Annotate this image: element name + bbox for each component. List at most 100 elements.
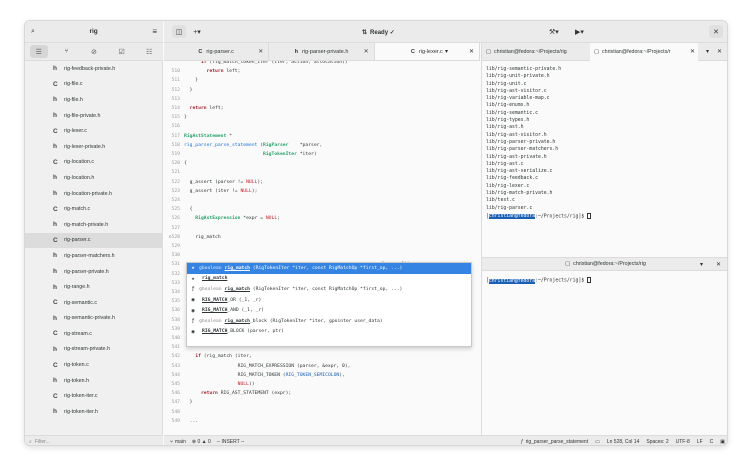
close-tab-icon[interactable]: ✕ — [258, 48, 263, 55]
sidebar-file-item[interactable]: Crig-token-iter.c — [25, 388, 162, 404]
code-line: 515} — [164, 113, 480, 122]
code-line: 517 RigAstStatement * — [164, 132, 480, 141]
sidebar-file-item[interactable]: h rig-file.h — [25, 92, 162, 108]
project-tree-icon[interactable]: ☰ — [29, 45, 48, 58]
terminal-icon: ▢ — [594, 48, 600, 55]
c-source-icon: C — [53, 392, 58, 400]
filter-bar[interactable]: ⌕ Filter... — [25, 435, 163, 445]
panel-icon[interactable]: ▣ — [720, 439, 725, 445]
terminal-line: lib/rig-parser.c — [486, 205, 533, 211]
header-file-icon: h — [53, 190, 57, 198]
folder-icon[interactable]: ▭ — [595, 439, 600, 445]
completion-signature: _OR (_1, _r) — [227, 297, 262, 303]
close-pane-icon[interactable]: ✕ — [716, 261, 721, 268]
sidebar-file-item[interactable]: Crig-match.c — [25, 201, 162, 217]
menu-icon[interactable]: ≡ — [152, 27, 157, 36]
line-number: 521 — [171, 170, 180, 176]
sidebar-file-item[interactable]: h rig-semantic-private.h — [25, 311, 162, 327]
terminal-pane-1[interactable]: lib/rig-semantic-private.h lib/rig-unit-p… — [481, 61, 727, 257]
search-icon: ⌕ — [29, 438, 32, 445]
sidebar-file-item[interactable]: h rig-match-private.h — [25, 217, 162, 233]
sidebar-file-item[interactable]: Crig-token.c — [25, 357, 162, 373]
terminal-pane-2[interactable]: [christian@fedora:~/Projects/rig]$ — [481, 271, 727, 435]
terminal-tab-1[interactable]: ▢ christian@fedora:~/Projects/rig — [482, 43, 590, 61]
close-pane-icon[interactable]: ✕ — [717, 48, 722, 55]
sidebar-file-item[interactable]: h rig-range.h — [25, 279, 162, 295]
sidebar-file-item[interactable]: h rig-stream-private.h — [25, 342, 162, 358]
todo-icon[interactable]: ☑ — [113, 45, 131, 58]
close-window-icon[interactable]: ✕ — [709, 25, 723, 38]
code-text: rig_match — [184, 234, 221, 240]
tabs-menu-icon[interactable]: ▾ — [706, 48, 709, 55]
terminal-tab-2[interactable]: ▢ christian@fedora:~/Projects/r ✕ — [590, 42, 698, 61]
tabs-menu-icon[interactable]: ▾ — [445, 48, 448, 55]
sidebar-file-item[interactable]: Crig-semantic.c — [25, 295, 162, 311]
sidebar-file-item[interactable]: Crig-file.c — [25, 77, 162, 93]
function-icon: ƒ — [191, 286, 195, 293]
completion-item[interactable]: ◉ RIG_MATCH _AND (_1, _r) — [187, 305, 471, 316]
branch-label[interactable]: main — [175, 439, 186, 445]
sidebar-file-label: rig-match-private.h — [64, 221, 109, 228]
code-text: g_assert (parser != NULL); — [184, 179, 264, 185]
terminal-line: lib/rig-parser-matchers.h — [486, 147, 559, 153]
sidebar-toggle-icon[interactable]: ◫ — [172, 25, 186, 38]
header-file-icon: h — [53, 174, 57, 182]
sidebar-file-item[interactable]: h rig-feedback-private.h — [25, 61, 162, 77]
close-tab-icon[interactable]: ✕ — [690, 48, 695, 55]
code-editor[interactable]: if (rig_match_token_iter (iter, action, … — [164, 61, 480, 435]
encoding[interactable]: UTF-8 — [676, 439, 690, 445]
c-source-icon: C — [53, 127, 58, 135]
new-document-icon[interactable]: +▾ — [190, 25, 204, 38]
completion-name: RIG_MATCH — [202, 308, 228, 314]
line-ending[interactable]: LF — [697, 439, 703, 445]
git-branch-icon[interactable]: ⑂ — [57, 45, 75, 58]
sidebar-file-label: rig-file.h — [64, 96, 83, 103]
editor-tab[interactable]: Crig-parser.c ✕ — [164, 43, 270, 60]
completion-item[interactable]: ƒ gboolean rig_match _block (RigTokenIter *… — [187, 316, 471, 327]
editor-tab[interactable]: Crig-lexer.c — [374, 43, 480, 60]
sidebar-file-item[interactable]: h rig-parser-matchers.h — [25, 248, 162, 264]
current-symbol[interactable]: rig_parser_parse_statement — [526, 439, 589, 445]
sidebar-file-item[interactable]: h rig-file-private.h — [25, 108, 162, 124]
language[interactable]: C — [710, 439, 714, 445]
filter-input[interactable]: Filter... — [35, 439, 50, 445]
diagnostics-icon[interactable]: ⊘ — [85, 45, 103, 58]
completion-item[interactable]: ◉ RIG_MATCH _OR (_1, _r) — [187, 295, 471, 306]
database-icon[interactable]: ☷ — [140, 45, 158, 58]
line-number: 527 — [171, 225, 180, 231]
sidebar-file-item[interactable]: h rig-location.h — [25, 170, 162, 186]
sidebar-file-item[interactable]: h rig-location-private.h — [25, 186, 162, 202]
sidebar-file-item[interactable]: h rig-token-iter.h — [25, 404, 162, 420]
code-line: 542 if (rig_match (iter, — [164, 352, 480, 361]
completion-item[interactable]: ◉ RIG_MATCH _BLOCK (parser, ptr) — [187, 327, 471, 338]
build-icon[interactable]: ⚒▾ — [546, 25, 562, 38]
build-status[interactable]: ⇅ Ready ✓ — [362, 21, 395, 43]
code-line: 546 return RIG_AST_STATEMENT (expr); — [164, 389, 480, 398]
editor-tab[interactable]: h rig-parser-private.h ✕ — [269, 43, 375, 60]
terminal-icon: ▢ — [565, 261, 571, 267]
diagnostics-count[interactable]: ⊗ 0 ▲ 0 — [192, 439, 211, 445]
sidebar-file-item[interactable]: Crig-parser.c — [25, 232, 162, 249]
sidebar-file-item[interactable]: h rig-token.h — [25, 373, 162, 389]
sidebar-file-item[interactable]: Crig-location.c — [25, 155, 162, 171]
close-pane-icon[interactable]: ✕ — [469, 48, 474, 55]
close-tab-icon[interactable]: ✕ — [364, 48, 369, 55]
menu-chevron-icon[interactable]: ▾ — [700, 261, 703, 268]
run-icon[interactable]: ▶▾ — [572, 25, 587, 38]
indent-setting[interactable]: Spaces: 2 — [646, 439, 668, 445]
code-line: 522 g_assert (parser != NULL); — [164, 178, 480, 187]
sidebar-file-item[interactable]: h rig-parser-private.h — [25, 264, 162, 280]
cursor-position[interactable]: Ln 528, Col 14 — [607, 439, 640, 445]
sidebar-file-item[interactable]: Crig-stream.c — [25, 326, 162, 342]
code-line: 545 NULL)) — [164, 380, 480, 389]
sidebar-file-item[interactable]: h rig-lexer-private.h — [25, 139, 162, 155]
code-line: 548 — [164, 408, 480, 417]
completion-name: RIG_MATCH — [202, 329, 228, 335]
completion-item[interactable]: ƒ gboolean rig_match (RigTokenIter *iter, … — [187, 284, 471, 295]
terminal-prompt: [christian@fedora:~/Projects/rig]$ — [486, 212, 727, 220]
line-number: 531 — [171, 262, 180, 268]
sidebar-file-item[interactable]: Crig-lexer.c — [25, 123, 162, 139]
branch-icon: ⑂ — [170, 438, 174, 445]
completion-item[interactable]: ★ rig_match — [187, 274, 471, 285]
completion-item[interactable]: ★ gboolean rig_match (RigTokenIter *iter, … — [187, 263, 471, 274]
